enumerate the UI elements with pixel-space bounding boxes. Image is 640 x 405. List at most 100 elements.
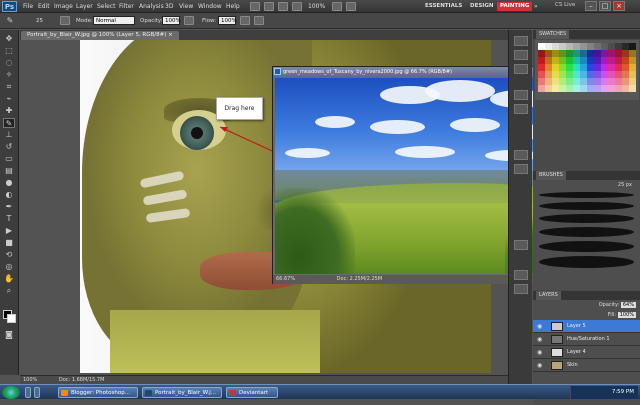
swatch[interactable] [594,43,601,50]
swatch[interactable] [629,43,636,50]
swatch[interactable] [545,50,552,57]
swatch[interactable] [615,71,622,78]
crop-tool-icon[interactable]: ⌗ [3,82,15,92]
swatch[interactable] [545,57,552,64]
swatch[interactable] [615,50,622,57]
brush-size-readout[interactable]: 25 [36,18,43,24]
swatch[interactable] [622,78,629,85]
channels-icon[interactable] [514,270,528,280]
swatch[interactable] [573,78,580,85]
swatch[interactable] [559,43,566,50]
menu-filter[interactable]: Filter [119,3,134,10]
taskbar-item[interactable]: Deviantart [226,387,278,398]
layers-tab[interactable]: LAYERS [536,291,561,300]
shape-tool-icon[interactable]: ■ [3,238,15,248]
layer-fill-field[interactable]: 100% [617,312,636,318]
layer-row[interactable]: ◉ Layer 5 [533,320,640,333]
swatch[interactable] [559,85,566,92]
canvas-zoom-readout[interactable]: 100% [20,377,37,383]
menu-image[interactable]: Image [54,3,73,10]
swatch[interactable] [608,43,615,50]
swatch[interactable] [594,50,601,57]
swatches-tab[interactable]: SWATCHES [536,30,570,39]
clock[interactable]: 7:59 PM [612,389,634,395]
document-tab[interactable]: Portrait_by_Blair_W.jpg @ 100% (Layer 5,… [21,31,179,40]
visibility-eye-icon[interactable]: ◉ [537,336,545,343]
swatch[interactable] [552,85,559,92]
swatch[interactable] [538,43,545,50]
layer-row[interactable]: ◉ Skin [533,359,640,372]
swatch[interactable] [587,78,594,85]
swatch[interactable] [566,71,573,78]
brush-stroke-preview[interactable] [539,214,634,223]
flow-field[interactable]: 100% [218,16,237,25]
menu-analysis[interactable]: Analysis [139,3,164,10]
quick-mask-icon[interactable]: ◙ [3,330,15,340]
swatch[interactable] [594,71,601,78]
swatch[interactable] [552,43,559,50]
swatch[interactable] [538,71,545,78]
path-select-tool-icon[interactable]: ▶ [3,226,15,236]
swatch[interactable] [580,64,587,71]
swatch[interactable] [629,85,636,92]
swatch[interactable] [566,64,573,71]
brush-stroke-preview[interactable] [539,202,634,210]
opacity-field[interactable]: 100% [162,16,181,25]
floating-zoom-readout[interactable]: 66.67% [273,276,295,282]
history-panel-icon[interactable] [514,36,528,46]
swatch[interactable] [587,85,594,92]
swatch[interactable] [608,50,615,57]
swatch[interactable] [580,85,587,92]
visibility-eye-icon[interactable]: ◉ [537,362,545,369]
arrange-documents-icon[interactable] [332,2,342,11]
3d-rotate-tool-icon[interactable]: ⟲ [3,250,15,260]
marquee-tool-icon[interactable]: ⬚ [3,46,15,56]
workspace-design[interactable]: DESIGN [467,2,496,11]
brush-stroke-preview[interactable] [539,227,634,237]
swatch[interactable] [545,71,552,78]
swatch[interactable] [622,85,629,92]
minimize-button[interactable]: – [585,1,597,11]
brush-tool-icon[interactable]: ✎ [3,118,15,128]
swatch[interactable] [580,57,587,64]
swatch[interactable] [552,50,559,57]
history-brush-tool-icon[interactable]: ↺ [3,142,15,152]
swatch[interactable] [629,57,636,64]
swatch[interactable] [552,64,559,71]
layer-opacity-field[interactable]: 64% [620,302,636,308]
swatch[interactable] [573,43,580,50]
actions-panel-icon[interactable] [514,50,528,60]
screen-mode-icon[interactable] [346,2,356,11]
eyedropper-tool-icon[interactable]: ⌁ [3,94,15,104]
menu-window[interactable]: Window [198,3,222,10]
pressure-size-icon[interactable] [254,16,264,25]
swatch[interactable] [580,78,587,85]
swatch[interactable] [538,50,545,57]
swatch[interactable] [545,78,552,85]
swatch[interactable] [538,64,545,71]
clone-stamp-tool-icon[interactable]: ⊥ [3,130,15,140]
lasso-tool-icon[interactable]: ◌ [3,58,15,68]
workspace-more[interactable]: » [534,3,538,10]
pen-tool-icon[interactable]: ✒ [3,202,15,212]
start-button[interactable] [2,386,20,399]
3d-orbit-tool-icon[interactable]: ◎ [3,262,15,272]
swatch[interactable] [559,78,566,85]
brush-presets-icon[interactable] [514,150,528,160]
swatch[interactable] [615,64,622,71]
taskbar-item[interactable]: Blogger: Photoshop... [58,387,138,398]
swatch[interactable] [615,43,622,50]
blur-tool-icon[interactable]: ● [3,178,15,188]
swatch[interactable] [615,57,622,64]
menu-file[interactable]: File [23,3,33,10]
type-tool-icon[interactable]: T [3,214,15,224]
swatch[interactable] [608,78,615,85]
swatch[interactable] [587,64,594,71]
swatch[interactable] [573,85,580,92]
swatch[interactable] [615,78,622,85]
swatches-grid[interactable] [535,40,639,100]
swatch[interactable] [629,78,636,85]
swatch[interactable] [608,71,615,78]
brush-stroke-preview[interactable] [539,241,634,252]
gradient-tool-icon[interactable]: ▤ [3,166,15,176]
